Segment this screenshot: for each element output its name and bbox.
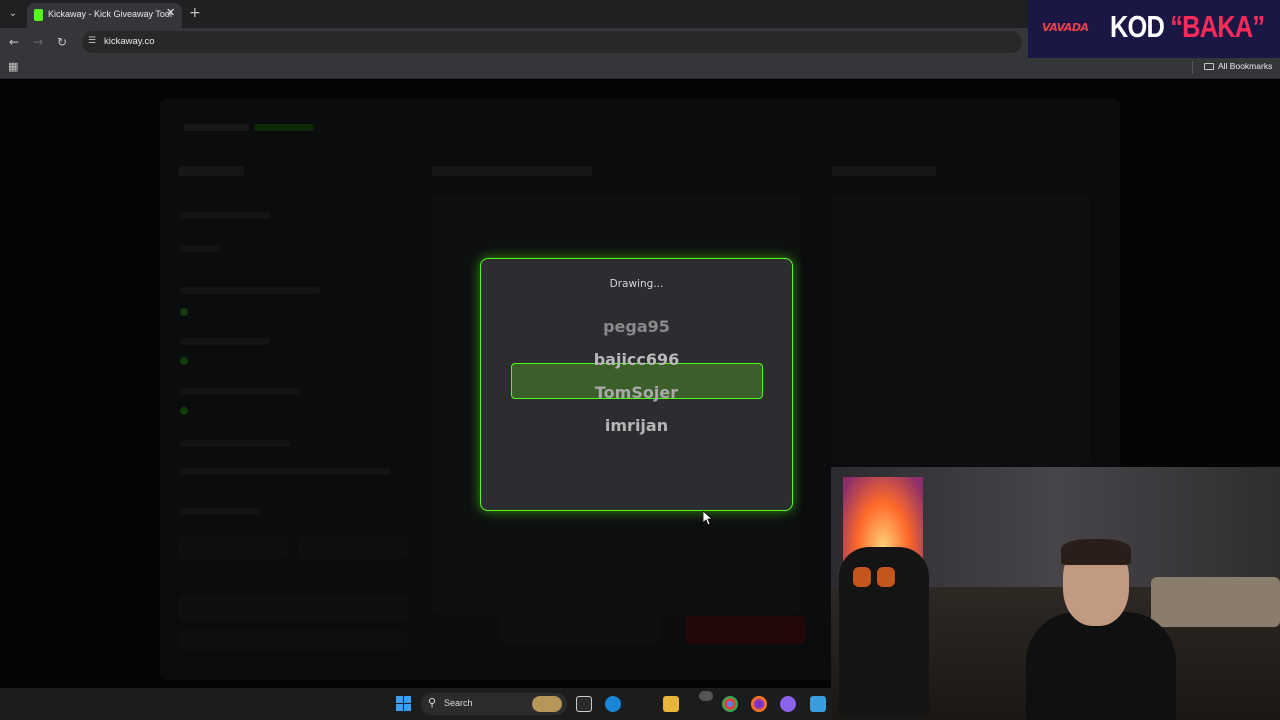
messenger-icon[interactable] <box>780 696 796 712</box>
webcam-chair-accent <box>853 567 871 587</box>
setting-row <box>180 212 270 219</box>
plus-icon[interactable]: + <box>189 5 201 21</box>
sponsor-brand: VAVADA <box>1042 21 1089 34</box>
toggle-indicator <box>180 357 188 365</box>
setting-row <box>180 245 220 252</box>
windows-icon[interactable] <box>396 696 412 712</box>
bookmarks-divider <box>1192 61 1193 74</box>
task-view-icon[interactable] <box>576 696 592 712</box>
webcam-chair-accent <box>877 567 895 587</box>
sponsor-banner: VAVADA KOD “BAKA” <box>1028 0 1280 58</box>
file-explorer-icon[interactable] <box>663 696 679 712</box>
setting-row <box>180 508 260 515</box>
search-icon: ⚲ <box>428 696 437 709</box>
chevron-down-icon[interactable]: ⌄ <box>5 6 21 22</box>
promo-code-value: “BAKA” <box>1170 9 1265 44</box>
winners-list <box>832 195 1090 465</box>
arrow-left-icon[interactable]: ← <box>9 34 19 50</box>
setting-row <box>180 468 390 475</box>
notepad-icon[interactable] <box>810 696 826 712</box>
webcam-feed <box>831 467 1280 720</box>
reset-button-dim <box>685 616 805 644</box>
grid-icon[interactable]: ▦ <box>8 60 18 73</box>
participant-name: bajicc696 <box>593 350 680 369</box>
setting-row <box>180 440 290 447</box>
search-label: Search <box>444 698 473 708</box>
address-bar[interactable]: ☰ kickaway.co <box>82 31 1022 53</box>
toggle-indicator <box>180 308 188 316</box>
app-logo-placeholder <box>183 124 249 131</box>
app-logo-accent <box>254 124 314 131</box>
firefox-icon[interactable] <box>751 696 767 712</box>
participants-heading <box>432 166 592 176</box>
participant-name: pega95 <box>603 317 670 336</box>
kick-logo-icon <box>34 9 43 21</box>
drawing-status: Drawing... <box>609 278 664 290</box>
tab-title: Kickaway - Kick Giveaway Tool <box>48 9 172 19</box>
reload-icon[interactable]: ↻ <box>57 34 67 50</box>
taskbar-search[interactable]: ⚲ Search <box>421 693 567 715</box>
drawing-modal: Drawing... pega95 bajicc696 TomSojer imr… <box>480 258 793 511</box>
draw-button-dim <box>500 616 660 644</box>
url-text[interactable]: kickaway.co <box>104 36 155 47</box>
notification-badge-icon[interactable] <box>699 691 713 701</box>
search-highlight-image <box>532 696 562 712</box>
webcam-person-hair <box>1061 539 1131 565</box>
settings-heading <box>178 166 244 176</box>
setting-row <box>180 338 270 345</box>
setting-input <box>298 535 408 559</box>
participant-name-selected: TomSojer <box>594 383 679 402</box>
webcam-person-body <box>1026 612 1176 720</box>
setting-row <box>180 388 300 395</box>
all-bookmarks-label: All Bookmarks <box>1218 61 1273 71</box>
folder-icon <box>1204 63 1214 70</box>
promo-code: KOD “BAKA” <box>1110 9 1265 45</box>
screen: ⌄ Kickaway - Kick Giveaway Tool ✕ + ← → … <box>0 0 1280 720</box>
participant-name: imrijan <box>604 416 669 435</box>
start-button-dim <box>178 595 408 621</box>
secondary-button-dim <box>178 630 408 650</box>
webcam-sofa <box>1151 577 1280 627</box>
chrome-icon[interactable] <box>722 696 738 712</box>
taskbar: ⚲ Search <box>0 688 831 720</box>
browser-tab[interactable]: Kickaway - Kick Giveaway Tool ✕ <box>27 3 182 28</box>
close-icon[interactable]: ✕ <box>166 6 175 19</box>
bookmarks-bar: ▦ All Bookmarks <box>0 56 1280 79</box>
setting-row <box>180 287 320 294</box>
toggle-indicator <box>180 407 188 415</box>
edge-icon[interactable] <box>605 696 621 712</box>
promo-code-prefix: KOD <box>1110 9 1171 44</box>
setting-input <box>178 535 288 559</box>
winners-heading <box>832 166 936 176</box>
all-bookmarks-button[interactable]: All Bookmarks <box>1204 61 1272 71</box>
tune-icon[interactable]: ☰ <box>88 36 96 46</box>
cursor-icon <box>703 511 713 526</box>
arrow-right-icon[interactable]: → <box>33 34 43 50</box>
